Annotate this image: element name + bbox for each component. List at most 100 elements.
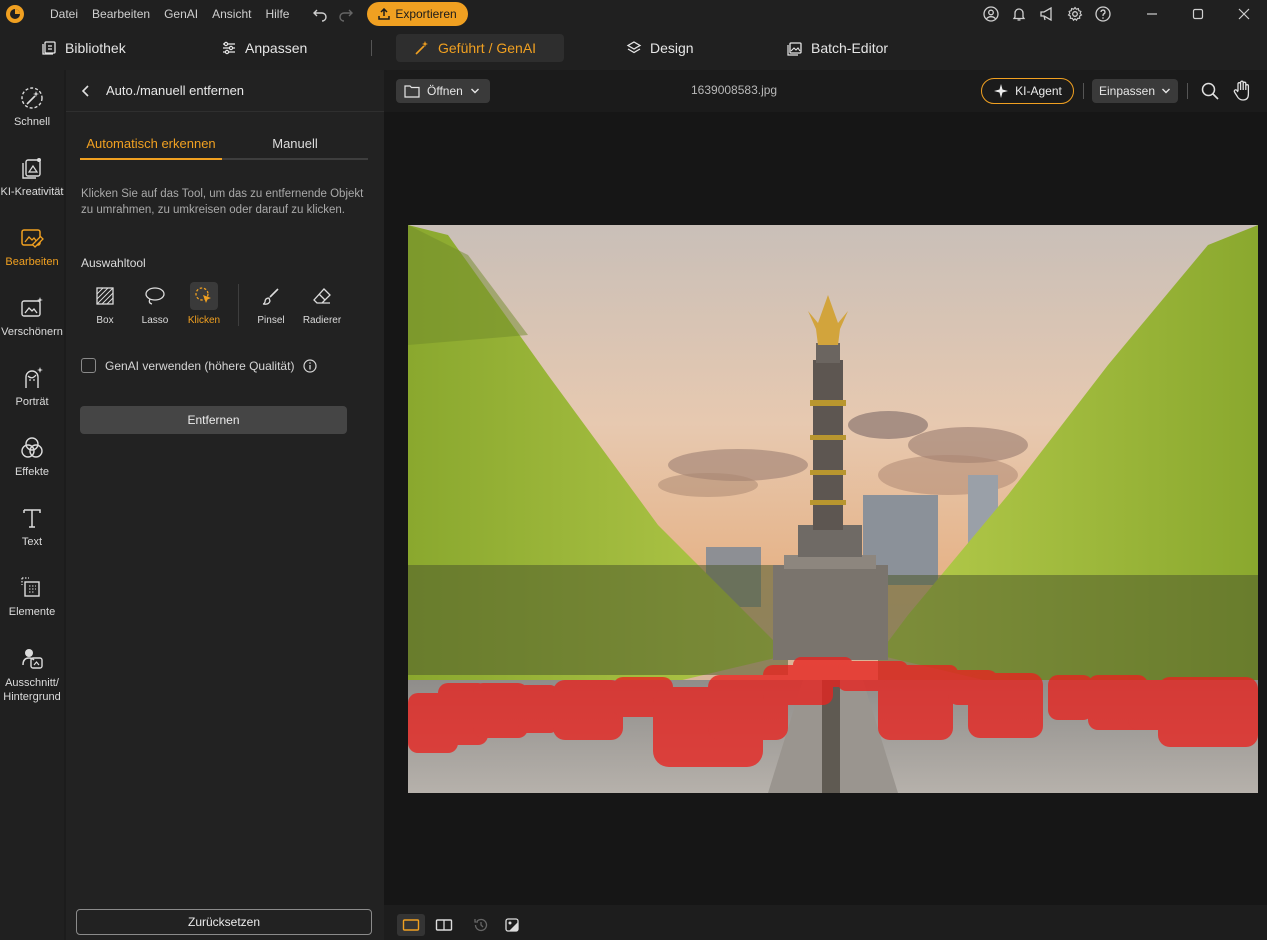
menu-item-ansicht[interactable]: Ansicht xyxy=(205,0,258,28)
photo-canvas[interactable] xyxy=(408,225,1258,793)
tool-box[interactable]: Box xyxy=(83,282,127,326)
panel-header: Auto./manuell entfernen xyxy=(66,70,384,112)
app-logo xyxy=(4,3,26,25)
tool-lasso[interactable]: Lasso xyxy=(133,282,177,326)
tab-batch-editor-label: Batch-Editor xyxy=(811,40,889,56)
rail-label: Schnell xyxy=(13,116,51,128)
tool-klicken[interactable]: Klicken xyxy=(182,282,226,326)
rail-item-portraet[interactable]: Porträt xyxy=(0,364,64,408)
fit-label: Einpassen xyxy=(1098,84,1156,98)
magic-wand-icon xyxy=(18,84,46,112)
title-right-controls xyxy=(977,0,1267,28)
maximize-icon[interactable] xyxy=(1175,3,1221,25)
folder-icon xyxy=(404,85,420,98)
compare-view-button[interactable] xyxy=(430,914,458,936)
selection-tool-label: Auswahltool xyxy=(81,256,146,270)
tool-lasso-label: Lasso xyxy=(141,315,169,326)
chevron-down-icon xyxy=(470,88,479,94)
sliders-icon xyxy=(223,41,235,55)
panel-title: Auto./manuell entfernen xyxy=(106,83,245,98)
export-button[interactable]: Exportieren xyxy=(367,2,468,26)
tool-divider xyxy=(238,284,239,326)
tab-automatisch-erkennen[interactable]: Automatisch erkennen xyxy=(80,136,222,160)
rail-label: Verschönern xyxy=(1,326,63,338)
tool-pinsel[interactable]: Pinsel xyxy=(249,282,293,326)
rail-label: Ausschnitt/ xyxy=(5,677,59,689)
zoom-search-icon[interactable] xyxy=(1200,81,1220,101)
edit-image-icon xyxy=(18,224,46,252)
beautify-icon xyxy=(18,294,46,322)
back-arrow-icon[interactable] xyxy=(80,84,92,98)
rail-item-verschoenern[interactable]: Verschönern xyxy=(0,294,64,338)
hand-pan-icon[interactable] xyxy=(1232,80,1252,102)
rail-label: Porträt xyxy=(15,396,49,408)
reset-button[interactable]: Zurücksetzen xyxy=(76,909,372,935)
tab-design[interactable]: Design xyxy=(626,34,694,62)
tool-rail: Schnell KI-Kreativität Bearbeiten Versch… xyxy=(0,70,64,940)
open-button[interactable]: Öffnen xyxy=(396,79,490,103)
library-icon xyxy=(42,41,56,55)
rail-item-effekte[interactable]: Effekte xyxy=(0,434,64,478)
rail-label: Effekte xyxy=(14,466,50,478)
info-icon[interactable] xyxy=(303,358,318,373)
elements-icon xyxy=(18,574,46,602)
menu-item-bearbeiten[interactable]: Bearbeiten xyxy=(85,0,157,28)
rail-item-text[interactable]: Text xyxy=(0,504,64,548)
tab-batch-editor[interactable]: Batch-Editor xyxy=(787,34,888,62)
rail-label: Text xyxy=(21,536,43,548)
eraser-icon xyxy=(308,282,336,310)
canvas-toolbar: Öffnen 1639008583.jpg KI-Agent Einpassen xyxy=(384,70,1267,112)
account-icon[interactable] xyxy=(977,3,1005,25)
fit-dropdown[interactable]: Einpassen xyxy=(1092,79,1178,103)
genai-option: GenAI verwenden (höhere Qualität) xyxy=(81,358,318,373)
tool-pinsel-label: Pinsel xyxy=(257,315,285,326)
megaphone-icon[interactable] xyxy=(1033,3,1061,25)
close-icon[interactable] xyxy=(1221,3,1267,25)
undo-icon[interactable] xyxy=(309,3,331,25)
tab-manuell[interactable]: Manuell xyxy=(222,136,368,160)
tab-gefuehrt-genai-label: Geführt / GenAI xyxy=(438,40,537,56)
menu-item-genai[interactable]: GenAI xyxy=(157,0,205,28)
layers-icon xyxy=(626,41,642,54)
file-name: 1639008583.jpg xyxy=(691,83,778,97)
minimize-icon[interactable] xyxy=(1129,3,1175,25)
tab-anpassen-label: Anpassen xyxy=(245,40,308,56)
help-text: Klicken Sie auf das Tool, um das zu entf… xyxy=(81,188,364,216)
menu-item-hilfe[interactable]: Hilfe xyxy=(258,0,296,28)
rail-item-ausschnitt-hintergrund[interactable]: Ausschnitt/ Hintergrund xyxy=(0,644,64,704)
wand-sparkle-icon xyxy=(415,41,428,55)
rail-item-schnell[interactable]: Schnell xyxy=(0,84,64,128)
genai-checkbox[interactable] xyxy=(81,358,96,373)
portrait-icon xyxy=(18,364,46,392)
mask-toggle-button[interactable] xyxy=(498,914,526,936)
genai-label: GenAI verwenden (höhere Qualität) xyxy=(105,358,295,373)
export-icon xyxy=(378,8,391,20)
help-icon[interactable] xyxy=(1089,3,1117,25)
settings-gear-icon[interactable] xyxy=(1061,3,1089,25)
ki-agent-button[interactable]: KI-Agent xyxy=(981,78,1074,104)
ai-sparkle-icon xyxy=(994,84,1009,98)
mask-toggle-icon xyxy=(505,918,519,932)
remove-button[interactable]: Entfernen xyxy=(80,406,347,434)
rail-item-elemente[interactable]: Elemente xyxy=(0,574,64,618)
canvas-bottom-bar xyxy=(384,905,1267,940)
rail-label: Bearbeiten xyxy=(5,256,59,268)
ki-agent-label: KI-Agent xyxy=(1015,84,1062,98)
tab-anpassen[interactable]: Anpassen xyxy=(221,34,307,62)
tab-bibliothek[interactable]: Bibliothek xyxy=(41,34,126,62)
tab-gefuehrt-genai[interactable]: Geführt / GenAI xyxy=(396,34,564,62)
rail-label: Elemente xyxy=(8,606,56,618)
brush-icon xyxy=(257,282,285,310)
tool-radierer[interactable]: Radierer xyxy=(300,282,344,326)
tool-box-label: Box xyxy=(96,315,114,326)
menu-bar: Datei Bearbeiten GenAI Ansicht Hilfe xyxy=(43,0,296,28)
rail-item-ki-kreativitaet[interactable]: KI-Kreativität xyxy=(0,154,64,198)
text-icon xyxy=(18,504,46,532)
single-view-button[interactable] xyxy=(397,914,425,936)
history-button[interactable] xyxy=(467,914,495,936)
bell-icon[interactable] xyxy=(1005,3,1033,25)
rail-item-bearbeiten[interactable]: Bearbeiten xyxy=(0,224,64,268)
redo-icon[interactable] xyxy=(335,3,357,25)
menu-item-datei[interactable]: Datei xyxy=(43,0,85,28)
cutout-icon xyxy=(18,644,46,672)
